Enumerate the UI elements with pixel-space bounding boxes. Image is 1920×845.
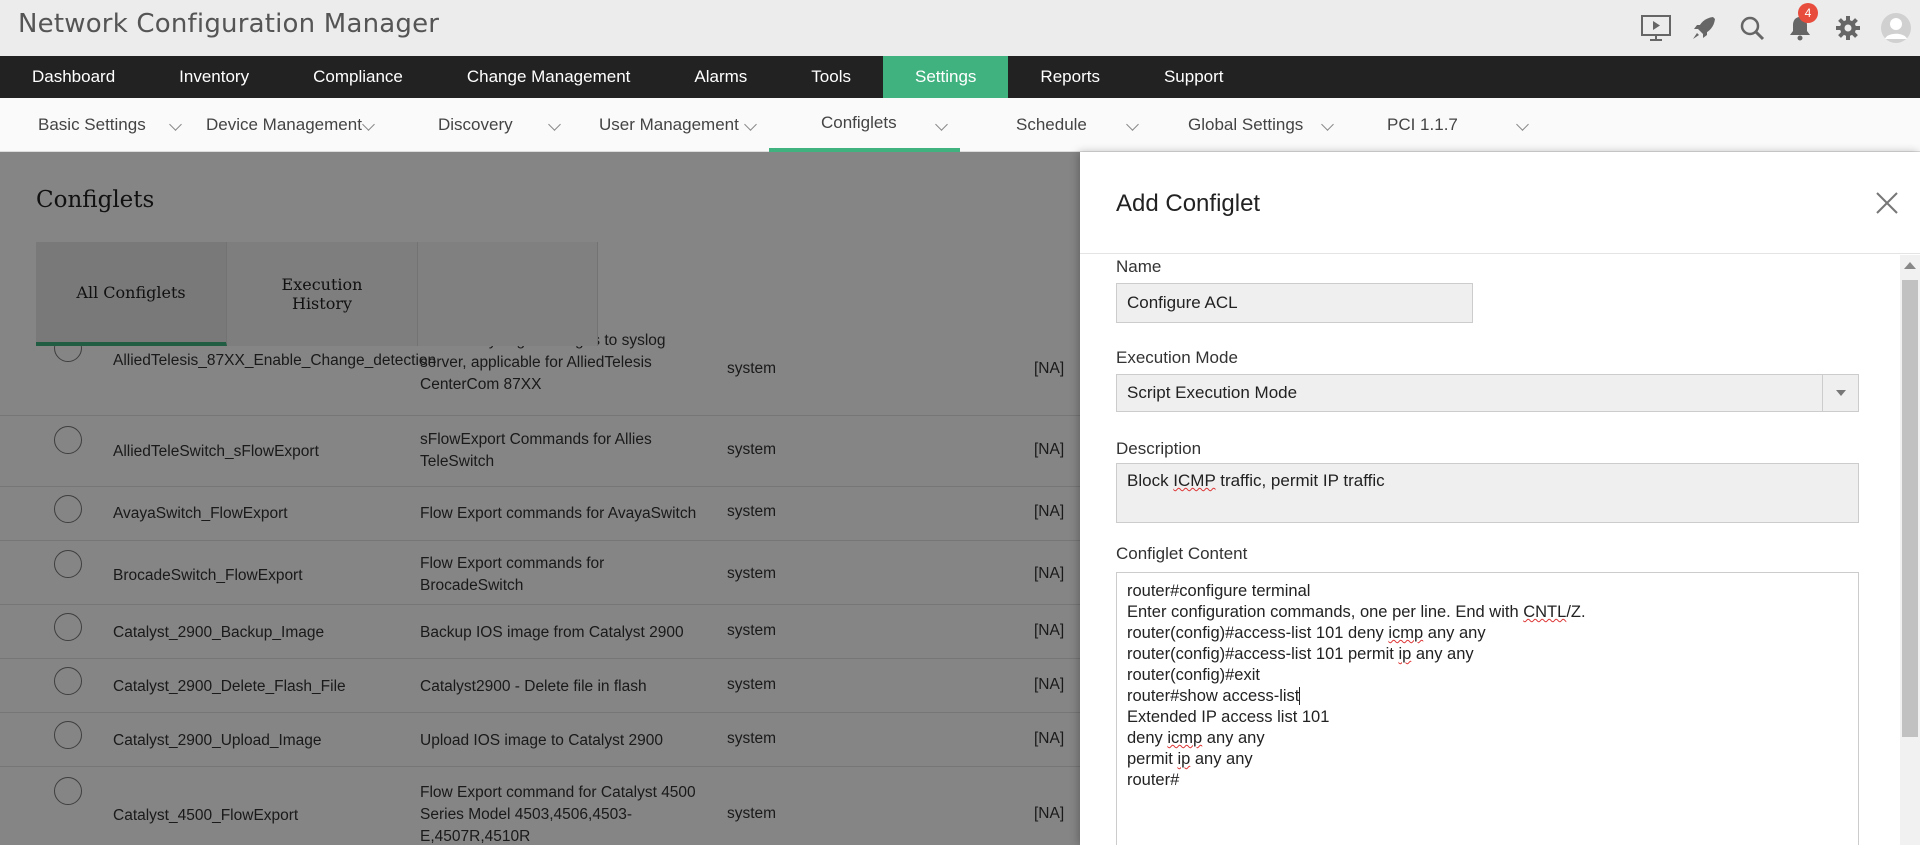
subnav-label: User Management (599, 115, 739, 134)
nav-settings[interactable]: Settings (882, 56, 1009, 98)
gear-icon[interactable] (1824, 0, 1872, 56)
subnav-user-management[interactable]: User Management (573, 98, 769, 152)
notification-bell-icon[interactable]: 4 (1776, 0, 1824, 56)
subnav-label: Basic Settings (38, 115, 146, 134)
chevron-down-icon (1516, 118, 1529, 131)
scrollbar-thumb[interactable] (1902, 280, 1918, 737)
top-bar: Network Configuration Manager 4 (0, 0, 1920, 56)
chevron-down-icon (169, 118, 182, 131)
presentation-icon[interactable] (1632, 0, 1680, 56)
name-field[interactable]: Configure ACL (1116, 283, 1473, 323)
description-value: Block ICMP traffic, permit IP traffic (1127, 471, 1385, 490)
rocket-icon[interactable] (1680, 0, 1728, 56)
subnav-schedule[interactable]: Schedule (960, 98, 1151, 152)
subnav-label: Configlets (821, 113, 897, 132)
configlet-content-field[interactable]: router#configure terminal Enter configura… (1116, 572, 1859, 845)
nav-alarms[interactable]: Alarms (662, 56, 779, 98)
name-label: Name (1116, 257, 1162, 276)
nav-inventory[interactable]: Inventory (147, 56, 281, 98)
search-icon[interactable] (1728, 0, 1776, 56)
close-icon[interactable] (1872, 188, 1902, 218)
nav-reports[interactable]: Reports (1008, 56, 1132, 98)
add-configlet-drawer: Add Configlet Name Configure ACL Executi… (1080, 152, 1920, 845)
scroll-up-arrow-icon[interactable] (1904, 262, 1916, 269)
chevron-down-icon (362, 118, 375, 131)
chevron-down-icon (744, 118, 757, 131)
dropdown-arrow-icon (1822, 375, 1858, 411)
subnav-label: Discovery (438, 115, 513, 134)
content-line: router(config)#exit (1127, 666, 1260, 684)
subnav-global-settings[interactable]: Global Settings (1151, 98, 1346, 152)
subnav-discovery[interactable]: Discovery (383, 98, 573, 152)
subnav-label: PCI 1.1.7 (1387, 115, 1458, 134)
description-field[interactable]: Block ICMP traffic, permit IP traffic (1116, 463, 1859, 523)
chevron-down-icon (935, 118, 948, 131)
app-title: Network Configuration Manager (18, 9, 440, 39)
nav-change-management[interactable]: Change Management (435, 56, 663, 98)
nav-tools[interactable]: Tools (779, 56, 883, 98)
content-line: router#show access-list (1127, 687, 1301, 705)
execution-mode-select[interactable]: Script Execution Mode (1116, 374, 1859, 412)
drawer-title: Add Configlet (1116, 190, 1261, 217)
notification-badge: 4 (1798, 3, 1818, 23)
execution-mode-value: Script Execution Mode (1127, 383, 1298, 402)
content-line: router# (1127, 771, 1180, 789)
nav-dashboard[interactable]: Dashboard (0, 56, 147, 98)
content-line: Extended IP access list 101 (1127, 708, 1330, 726)
nav-compliance[interactable]: Compliance (281, 56, 435, 98)
modal-overlay[interactable] (0, 152, 1080, 845)
drawer-header: Add Configlet (1080, 152, 1920, 254)
subnav-basic-settings[interactable]: Basic Settings (0, 98, 194, 152)
subnav-device-management[interactable]: Device Management (194, 98, 383, 152)
user-avatar-icon[interactable] (1872, 0, 1920, 56)
content-line: router#configure terminal (1127, 582, 1311, 600)
execution-mode-label: Execution Mode (1116, 348, 1238, 367)
subnav-pci[interactable]: PCI 1.1.7 (1346, 98, 1541, 152)
sub-nav: Basic Settings Device Management Discove… (0, 98, 1920, 152)
description-label: Description (1116, 439, 1202, 458)
chevron-down-icon (1321, 118, 1334, 131)
content-line: Enter configuration commands, one per li… (1127, 603, 1586, 621)
main-nav: Dashboard Inventory Compliance Change Ma… (0, 56, 1920, 98)
content-line: router(config)#access-list 101 deny icmp… (1127, 624, 1486, 642)
nav-support[interactable]: Support (1132, 56, 1256, 98)
subnav-label: Global Settings (1188, 115, 1304, 134)
content-line: permit ip any any (1127, 750, 1253, 768)
spellcheck-mark: ICMP (1173, 471, 1216, 490)
top-icons: 4 (1632, 0, 1920, 56)
configlet-content-label: Configlet Content (1116, 544, 1248, 563)
chevron-down-icon (1126, 118, 1139, 131)
subnav-label: Device Management (206, 115, 362, 134)
drawer-form: Name Configure ACL Execution Mode Script… (1080, 255, 1900, 845)
chevron-down-icon (548, 118, 561, 131)
subnav-configlets[interactable]: Configlets (769, 98, 960, 152)
content-line: router(config)#access-list 101 permit ip… (1127, 645, 1474, 663)
subnav-label: Schedule (1016, 115, 1087, 134)
content-line: deny icmp any any (1127, 729, 1265, 747)
